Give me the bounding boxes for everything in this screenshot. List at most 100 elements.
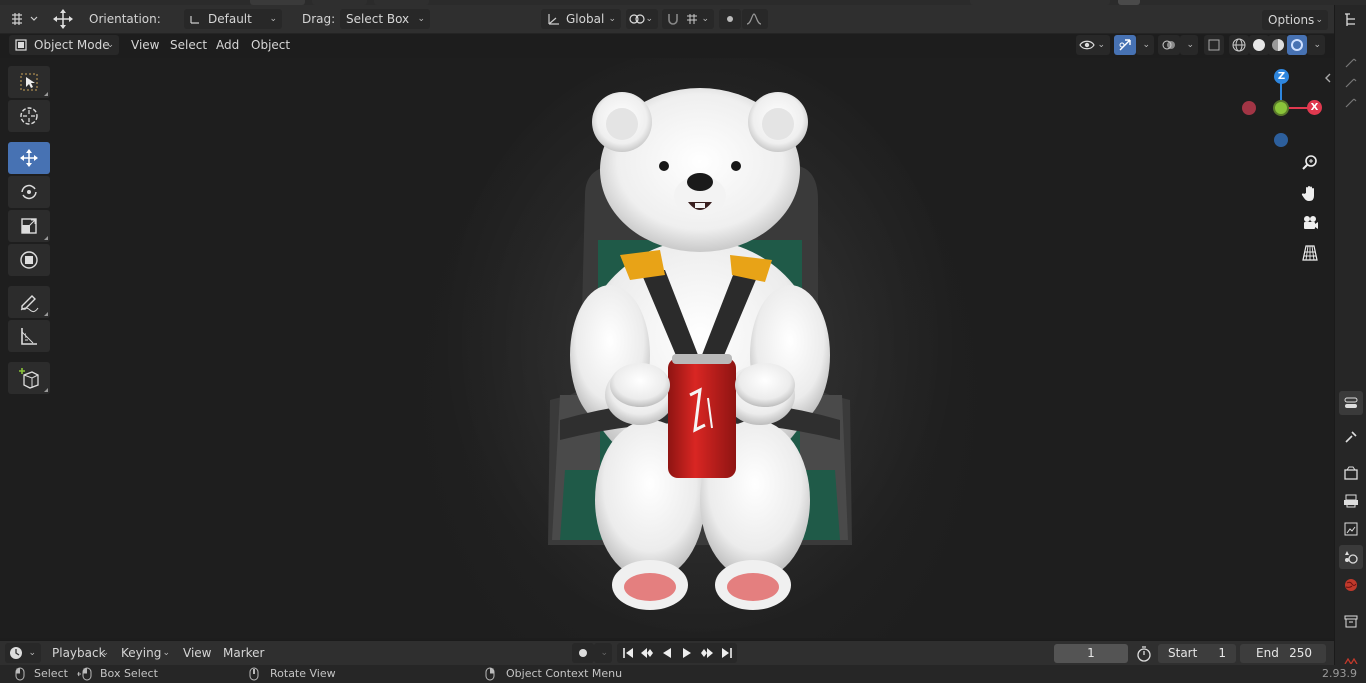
- overlays-icon: [1161, 38, 1177, 52]
- xray-toggle[interactable]: [1204, 35, 1224, 55]
- shading-rendered[interactable]: [1287, 35, 1307, 55]
- render-properties-tab[interactable]: [1339, 461, 1363, 485]
- perspective-toggle-button[interactable]: [1296, 240, 1324, 266]
- use-preview-range-stopwatch-icon[interactable]: [1134, 645, 1154, 663]
- pan-button[interactable]: [1296, 180, 1324, 206]
- chevron-down-icon: ⌄: [645, 14, 653, 24]
- drag-label: Drag:: [302, 12, 336, 26]
- measure-tool[interactable]: [8, 320, 50, 352]
- keying-menu[interactable]: Keying ⌄: [115, 643, 175, 663]
- scale-tool[interactable]: [8, 210, 50, 242]
- play-icon[interactable]: [679, 646, 695, 660]
- start-value: 1: [1218, 646, 1226, 660]
- shading-material[interactable]: [1268, 35, 1288, 55]
- mode-dropdown[interactable]: Object Mode ⌄: [9, 35, 119, 55]
- sidebar-toggle-chevron-icon[interactable]: [1322, 70, 1334, 86]
- marker-menu[interactable]: Marker: [217, 643, 270, 663]
- shading-wireframe[interactable]: [1229, 35, 1249, 55]
- status-box-select-hint: Box Select: [100, 667, 158, 680]
- jump-to-start-icon[interactable]: [620, 646, 636, 660]
- camera-view-button[interactable]: [1296, 210, 1324, 236]
- drag-dropdown[interactable]: Select Box ⌄: [340, 9, 430, 29]
- timeline-view-menu[interactable]: View: [177, 643, 217, 663]
- proportional-edit-button[interactable]: [719, 9, 741, 29]
- overlays-toggle[interactable]: [1158, 35, 1180, 55]
- auto-keying-toggle[interactable]: [572, 643, 594, 663]
- chevron-down-icon: ⌄: [417, 14, 425, 24]
- tool-settings-menu-icon[interactable]: [8, 9, 40, 29]
- play-reverse-icon[interactable]: [659, 646, 675, 660]
- move-tool[interactable]: [8, 142, 50, 174]
- move-tool-icon: [50, 8, 76, 30]
- jump-to-keyframe-forward-icon[interactable]: [699, 646, 715, 660]
- scale-icon: [18, 215, 40, 237]
- global-axes-icon: [545, 11, 561, 27]
- falloff-dropdown[interactable]: [742, 9, 768, 29]
- zoom-button[interactable]: [1296, 150, 1324, 176]
- select-menu[interactable]: Select: [164, 35, 213, 55]
- navigation-gizmo[interactable]: Z X: [1236, 66, 1332, 156]
- chevron-down-icon: ⌄: [600, 648, 608, 658]
- gizmo-negative-x[interactable]: [1242, 101, 1256, 115]
- gizmo-z-axis[interactable]: Z: [1274, 69, 1289, 84]
- cursor-tool[interactable]: [8, 100, 50, 132]
- transform-icon: [18, 249, 40, 271]
- 3d-viewport[interactable]: Z X: [0, 58, 1334, 638]
- jump-to-keyframe-back-icon[interactable]: [639, 646, 655, 660]
- tool-properties-tab[interactable]: [1339, 425, 1363, 449]
- transform-orientation-value: Global: [566, 12, 605, 26]
- hand-icon: [1301, 184, 1319, 202]
- status-context-menu-hint: Object Context Menu: [506, 667, 623, 680]
- chevron-down-icon: ⌄: [162, 648, 170, 658]
- outliner-editor-icon[interactable]: [1339, 9, 1363, 31]
- transform-tool[interactable]: [8, 244, 50, 276]
- viewport-header: Object Mode ⌄ View Select Add Object ⌄ ⌄…: [0, 34, 1334, 58]
- add-cube-tool[interactable]: [8, 362, 50, 394]
- world-properties-tab[interactable]: [1339, 573, 1363, 597]
- scene-properties-tab[interactable]: [1339, 545, 1363, 569]
- rotate-tool[interactable]: [8, 176, 50, 208]
- shading-dropdown[interactable]: ⌄: [1307, 35, 1325, 55]
- orientation-label: Orientation:: [89, 12, 161, 26]
- gizmo-icon: [1117, 38, 1133, 52]
- gizmo-y-axis[interactable]: [1273, 100, 1289, 116]
- select-box-tool[interactable]: [8, 66, 50, 98]
- outliner-row-check-icon[interactable]: [1339, 73, 1363, 91]
- start-frame-field[interactable]: Start 1: [1158, 644, 1236, 663]
- playback-controls: [617, 643, 737, 663]
- tool-settings-header: Orientation: Default ⌄ Drag: Select Box …: [0, 5, 1334, 34]
- overlays-dropdown[interactable]: ⌄: [1180, 35, 1198, 55]
- pivot-icon: [628, 11, 646, 27]
- end-frame-field[interactable]: End 250: [1240, 644, 1326, 663]
- jump-to-end-icon[interactable]: [719, 646, 735, 660]
- orientation-dropdown[interactable]: Default ⌄: [184, 9, 282, 29]
- outliner-row-check-icon[interactable]: [1339, 53, 1363, 71]
- output-properties-tab[interactable]: [1339, 489, 1363, 513]
- pivot-point-dropdown[interactable]: ⌄: [626, 9, 658, 29]
- playback-menu[interactable]: Playback ⌄: [46, 643, 114, 663]
- gizmo-dropdown[interactable]: ⌄: [1136, 35, 1154, 55]
- shading-solid[interactable]: [1249, 35, 1269, 55]
- timeline-editor-type[interactable]: ⌄: [5, 643, 41, 663]
- gizmo-x-axis[interactable]: X: [1307, 100, 1322, 115]
- mouse-left-button-icon: [14, 667, 26, 681]
- outliner-row-check-icon[interactable]: [1339, 93, 1363, 111]
- visibility-dropdown[interactable]: ⌄: [1076, 35, 1110, 55]
- snapping-group[interactable]: ⌄: [662, 9, 714, 29]
- add-menu[interactable]: Add: [210, 35, 245, 55]
- gizmo-toggle[interactable]: [1114, 35, 1136, 55]
- texture-properties-tab[interactable]: [1343, 657, 1359, 665]
- keying-set-dropdown[interactable]: ⌄: [594, 643, 612, 663]
- annotate-tool[interactable]: [8, 286, 50, 318]
- current-frame-field[interactable]: 1: [1054, 644, 1128, 663]
- gizmo-negative-z[interactable]: [1274, 133, 1288, 147]
- view-menu[interactable]: View: [125, 35, 165, 55]
- record-icon: [576, 646, 590, 660]
- transform-orientation-dropdown[interactable]: Global ⌄: [541, 9, 621, 29]
- blender-version: 2.93.9: [1322, 667, 1357, 680]
- view-layer-properties-tab[interactable]: [1339, 517, 1363, 541]
- collection-properties-tab[interactable]: [1339, 609, 1363, 633]
- options-dropdown[interactable]: Options ⌄: [1262, 10, 1328, 30]
- properties-editor-type-icon[interactable]: [1339, 391, 1363, 415]
- object-menu[interactable]: Object: [245, 35, 296, 55]
